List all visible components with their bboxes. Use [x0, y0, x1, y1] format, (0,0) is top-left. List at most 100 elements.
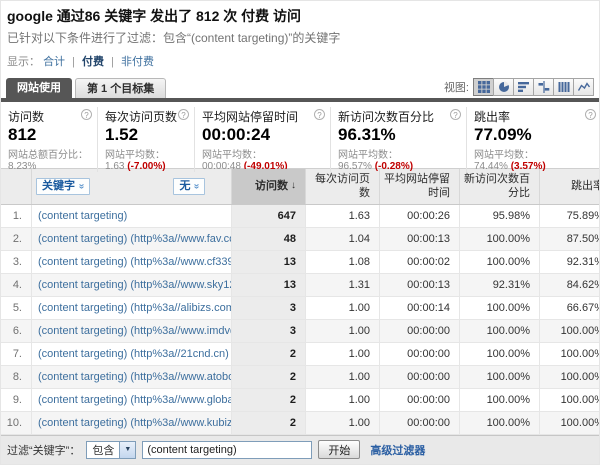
row-number: 9. [1, 389, 31, 411]
keyword-link[interactable]: (content targeting) (http%3a//21cnd.cn) [38, 348, 229, 360]
time-cell: 00:00:00 [379, 366, 459, 388]
filter-match-select[interactable]: 包含 ▼ [86, 441, 136, 459]
metric-label: 跳出率 [474, 108, 510, 125]
help-icon[interactable]: ? [81, 109, 92, 120]
new-visits-cell: 92.31% [459, 274, 539, 296]
table-row: 7. (content targeting) (http%3a//21cnd.c… [1, 343, 599, 366]
trend-view-icon[interactable] [573, 78, 594, 96]
keyword-cell: (content targeting) (http%3a//www.imdvd.… [31, 320, 231, 342]
visits-cell: 2 [231, 389, 305, 411]
tab-bar: 网站使用 第 1 个目标集 视图: [1, 76, 599, 98]
time-cell: 00:00:14 [379, 297, 459, 319]
table-row: 6. (content targeting) (http%3a//www.imd… [1, 320, 599, 343]
bar-chart-view-icon[interactable] [513, 78, 534, 96]
column-header-pct-new[interactable]: 新访问次数百分比 [459, 169, 539, 204]
keyword-link[interactable]: (content targeting) (http%3a//www.sky123… [38, 279, 231, 291]
keywords-table: 关键字» 无» 访问数↓ 每次访问页数 平均网站停留时间 新访问次数百分比 跳出… [1, 168, 599, 435]
table-row: 9. (content targeting) (http%3a//www.glo… [1, 389, 599, 412]
filter-match-value: 包含 [87, 442, 119, 458]
bounce-cell: 100.00% [539, 412, 600, 434]
metric-note-label: 网站平均数： [474, 146, 596, 161]
metric-value: 1.52 [105, 125, 189, 145]
time-cell: 00:00:02 [379, 251, 459, 273]
table-header: 关键字» 无» 访问数↓ 每次访问页数 平均网站停留时间 新访问次数百分比 跳出… [1, 169, 599, 205]
advanced-filter-link[interactable]: 高级过滤器 [370, 442, 425, 458]
help-icon[interactable]: ? [450, 109, 461, 120]
pivot-view-icon[interactable] [553, 78, 574, 96]
help-icon[interactable]: ? [178, 109, 189, 120]
tab-site-usage[interactable]: 网站使用 [6, 78, 72, 98]
new-visits-cell: 100.00% [459, 320, 539, 342]
metric-label: 平均网站停留时间 [202, 108, 298, 125]
keyword-cell: (content targeting) (http%3a//www.cf339.… [31, 251, 231, 273]
report-header: google 通过86 关键字 发出了 812 次 付费 访问 已针对以下条件进… [1, 1, 599, 69]
table-row: 3. (content targeting) (http%3a//www.cf3… [1, 251, 599, 274]
row-number: 8. [1, 366, 31, 388]
filter-row: 过滤“关键字”： 包含 ▼ 开始 高级过滤器 [1, 436, 599, 462]
pages-cell: 1.00 [305, 343, 379, 365]
row-number: 5. [1, 297, 31, 319]
keyword-cell: (content targeting) (http%3a//www.fav.co… [31, 228, 231, 250]
chevron-down-icon: » [190, 184, 203, 190]
time-cell: 00:00:00 [379, 389, 459, 411]
row-number: 10. [1, 412, 31, 434]
pages-cell: 1.00 [305, 297, 379, 319]
show-option-total[interactable]: 合计 [43, 56, 65, 68]
keyword-link[interactable]: (content targeting) (http%3a//www.imdvd.… [38, 325, 231, 337]
metric-pages-per-visit: 每次访问页数? 1.52 网站平均数： 1.63 (-7.00%) [98, 107, 195, 172]
metrics-strip: 访问数? 812 网站总额百分比： 8.23% 每次访问页数? 1.52 网站平… [1, 102, 599, 168]
table-row: 2. (content targeting) (http%3a//www.fav… [1, 228, 599, 251]
new-visits-cell: 100.00% [459, 343, 539, 365]
pie-chart-view-icon[interactable] [493, 78, 514, 96]
column-header-pages-per-visit[interactable]: 每次访问页数 [305, 169, 379, 204]
time-cell: 00:00:00 [379, 320, 459, 342]
keyword-link[interactable]: (content targeting) [38, 210, 127, 222]
table-row: 5. (content targeting) (http%3a//alibizs… [1, 297, 599, 320]
metric-note-label: 网站平均数： [338, 146, 461, 161]
table-row: 8. (content targeting) (http%3a//www.ato… [1, 366, 599, 389]
help-icon[interactable]: ? [585, 109, 596, 120]
column-header-avg-time[interactable]: 平均网站停留时间 [379, 169, 459, 204]
new-visits-cell: 100.00% [459, 228, 539, 250]
metric-note-label: 网站平均数： [105, 146, 189, 161]
keyword-link[interactable]: (content targeting) (http%3a//www.atobo.… [38, 371, 231, 383]
keyword-link[interactable]: (content targeting) (http%3a//www.fav.co… [38, 233, 231, 245]
table-view-icon[interactable] [473, 78, 494, 96]
keyword-link[interactable]: (content targeting) (http%3a//alibizs.co… [38, 302, 231, 314]
column-header-visits[interactable]: 访问数↓ [231, 169, 305, 204]
visits-cell: 2 [231, 343, 305, 365]
table-row: 10. (content targeting) (http%3a//www.ku… [1, 412, 599, 435]
visits-cell: 48 [231, 228, 305, 250]
column-header-bounce[interactable]: 跳出率 [539, 169, 600, 204]
bounce-cell: 66.67% [539, 297, 600, 319]
secondary-dimension-button[interactable]: 无» [173, 178, 205, 196]
row-number: 7. [1, 343, 31, 365]
tab-goal-set-1[interactable]: 第 1 个目标集 [75, 78, 166, 98]
page-title: google 通过86 关键字 发出了 812 次 付费 访问 [7, 6, 591, 26]
start-filter-button[interactable]: 开始 [318, 440, 360, 459]
keyword-cell: (content targeting) [31, 205, 231, 227]
filter-input[interactable] [142, 441, 312, 459]
metric-bounce-rate: 跳出率? 77.09% 网站平均数： 74.44% (3.57%) [467, 107, 600, 172]
keyword-link[interactable]: (content targeting) (http%3a//www.cf339.… [38, 256, 231, 268]
time-cell: 00:00:00 [379, 412, 459, 434]
comparison-view-icon[interactable] [533, 78, 554, 96]
row-number: 2. [1, 228, 31, 250]
keyword-link[interactable]: (content targeting) (http%3a//www.kubizs… [38, 417, 231, 429]
show-option-paid[interactable]: 付费 [82, 56, 104, 68]
keyword-link[interactable]: (content targeting) (http%3a//www.global… [38, 394, 231, 406]
help-icon[interactable]: ? [314, 109, 325, 120]
keyword-cell: (content targeting) (http%3a//alibizs.co… [31, 297, 231, 319]
view-controls: 视图: [444, 78, 599, 96]
metric-visits: 访问数? 812 网站总额百分比： 8.23% [1, 107, 98, 172]
new-visits-cell: 100.00% [459, 297, 539, 319]
keyword-cell: (content targeting) (http%3a//www.sky123… [31, 274, 231, 296]
metric-value: 96.31% [338, 125, 461, 145]
show-option-nonpaid[interactable]: 非付费 [121, 56, 154, 68]
keyword-cell: (content targeting) (http%3a//www.kubizs… [31, 412, 231, 434]
visits-cell: 13 [231, 274, 305, 296]
metric-value: 812 [8, 125, 92, 145]
metric-note-label: 网站总额百分比： [8, 146, 92, 161]
dropdown-arrow-icon: ▼ [119, 442, 135, 458]
keyword-dimension-button[interactable]: 关键字» [36, 178, 90, 196]
